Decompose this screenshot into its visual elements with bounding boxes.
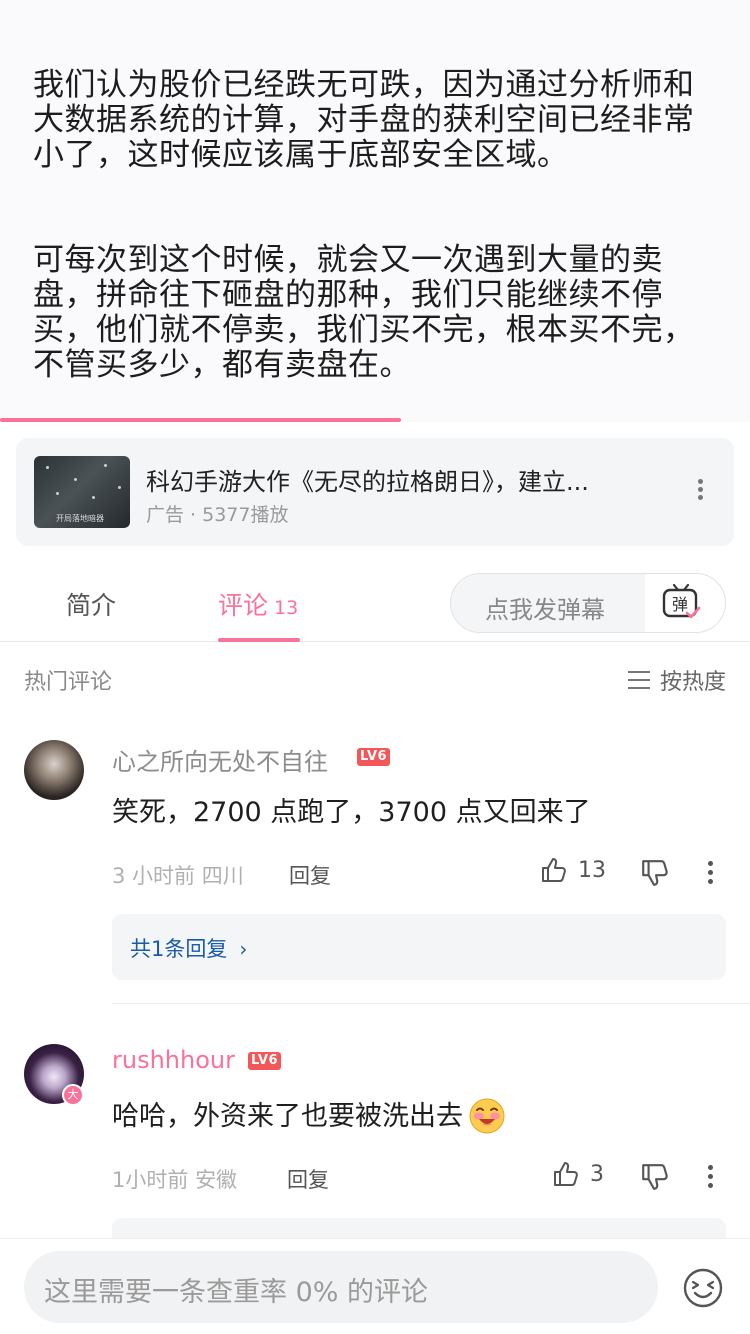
more-vertical-icon[interactable]	[704, 1162, 716, 1192]
emoji-face-icon[interactable]	[682, 1267, 724, 1309]
view-replies-link[interactable]: 共1条回复 ›	[130, 933, 247, 963]
vip-badge: 大	[62, 1084, 84, 1106]
thumbs-up-icon	[554, 1162, 578, 1186]
comment-text: 哈哈，外资来了也要被洗出去	[112, 1094, 507, 1135]
like-button[interactable]: 13	[540, 856, 606, 884]
comment-input-placeholder: 这里需要一条查重率 0% 的评论	[44, 1277, 428, 1308]
comment-time: 1小时前	[112, 1168, 189, 1192]
comment-meta: 3 小时前 四川	[112, 860, 244, 890]
comment-meta: 1小时前 安徽	[112, 1164, 237, 1194]
tab-active-indicator	[218, 638, 300, 642]
ad-title[interactable]: 科幻手游大作《无尽的拉格朗日》，建立...	[146, 462, 666, 497]
video-subtitle-text: 我们认为股价已经跌无可跌，因为通过分析师和大数据系统的计算，对手盘的获利空间已经…	[33, 68, 723, 383]
video-player[interactable]: 我们认为股价已经跌无可跌，因为通过分析师和大数据系统的计算，对手盘的获利空间已经…	[0, 0, 750, 422]
like-count: 13	[578, 857, 606, 883]
video-paragraph-1: 我们认为股价已经跌无可跌，因为通过分析师和大数据系统的计算，对手盘的获利空间已经…	[33, 67, 695, 173]
like-button[interactable]: 3	[552, 1160, 604, 1188]
chevron-right-icon: ›	[239, 937, 248, 961]
comment-location: 四川	[201, 864, 244, 888]
ad-thumbnail-caption: 开局落地暗器	[56, 514, 104, 523]
replies-box[interactable]: 共1条回复 ›	[112, 914, 726, 980]
danmaku-icon-label: 弹	[672, 595, 688, 614]
tab-comments[interactable]: 评论 13	[218, 586, 298, 622]
list-sort-icon	[628, 671, 650, 689]
sort-label: 按热度	[660, 670, 727, 695]
comment-location: 安徽	[195, 1168, 238, 1192]
danmaku-toggle-button[interactable]: 弹	[645, 574, 725, 632]
comment-time: 3 小时前	[112, 864, 196, 888]
danmaku-input[interactable]: 点我发弹幕	[485, 590, 605, 625]
like-count: 3	[590, 1161, 604, 1187]
reply-button[interactable]: 回复	[287, 1164, 329, 1194]
hot-comments-title: 热门评论	[24, 670, 113, 695]
comment-input[interactable]: 这里需要一条查重率 0% 的评论	[24, 1251, 658, 1323]
avatar[interactable]	[24, 740, 84, 800]
comment-text-content: 哈哈，外资来了也要被洗出去	[112, 1101, 463, 1132]
comment-compose-bar: 这里需要一条查重率 0% 的评论	[0, 1238, 750, 1334]
tab-bar: 简介 评论 13 点我发弹幕 弹	[0, 562, 750, 642]
ad-meta: 广告 · 5377播放	[146, 504, 289, 526]
ad-card[interactable]: 开局落地暗器 科幻手游大作《无尽的拉格朗日》，建立... 广告 · 5377播放	[16, 438, 734, 546]
more-vertical-icon[interactable]	[688, 476, 712, 508]
thumbs-down-icon[interactable]	[640, 858, 670, 888]
tab-comments-label: 评论	[218, 591, 269, 620]
laughing-emoji-icon	[469, 1098, 505, 1134]
video-progress-fill	[0, 418, 402, 422]
danmaku-icon: 弹	[662, 583, 701, 619]
level-badge: LV6	[357, 748, 391, 766]
tab-intro-label: 简介	[66, 591, 117, 620]
sort-button[interactable]: 按热度	[628, 664, 726, 696]
reply-button[interactable]: 回复	[289, 860, 331, 890]
comment-username[interactable]: 心之所向无处不自往	[112, 742, 328, 777]
comment-text: 笑死，2700 点跑了，3700 点又回来了	[112, 797, 591, 828]
level-badge: LV6	[248, 1052, 282, 1070]
tab-intro[interactable]: 简介	[66, 586, 116, 622]
view-replies-label: 共1条回复	[130, 937, 228, 961]
thumbs-up-icon	[542, 858, 566, 882]
ad-thumbnail[interactable]: 开局落地暗器	[34, 456, 130, 528]
comment-username[interactable]: rushhhour	[112, 1046, 235, 1074]
video-paragraph-2: 可每次到这个时候，就会又一次遇到大量的卖盘，拼命往下砸盘的那种，我们只能继续不停…	[33, 242, 695, 383]
tab-comments-count: 13	[274, 597, 299, 619]
danmaku-input-box[interactable]: 点我发弹幕 弹	[450, 573, 726, 633]
video-progress-bar[interactable]	[0, 418, 750, 422]
more-vertical-icon[interactable]	[704, 858, 716, 888]
thumbs-down-icon[interactable]	[640, 1162, 670, 1192]
comment-divider	[112, 1003, 750, 1004]
